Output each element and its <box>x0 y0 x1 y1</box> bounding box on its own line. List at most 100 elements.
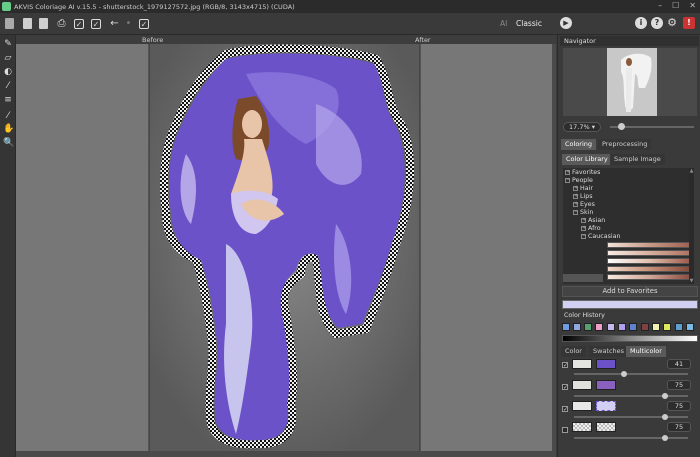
scroll-up-icon[interactable]: ▲ <box>689 168 694 174</box>
bucket-icon[interactable]: ◐ <box>3 67 13 77</box>
info-icon[interactable]: i <box>635 17 647 29</box>
tree-item-favorites[interactable]: + Favorites <box>565 169 600 177</box>
tab-preprocessing[interactable]: Preprocessing <box>598 139 652 150</box>
settings-icon[interactable]: ⚙ <box>666 17 678 29</box>
source-swatch[interactable] <box>572 359 592 369</box>
print-icon[interactable]: ⎙ <box>56 18 67 30</box>
title-bar: AKVIS Coloriage AI v.15.5 - shutterstock… <box>0 0 700 13</box>
tree-item-eyes[interactable]: + Eyes <box>573 201 595 209</box>
tree-item-people[interactable]: − People <box>565 177 593 185</box>
notifications-icon[interactable]: ! <box>683 17 695 29</box>
image-canvas[interactable] <box>16 44 552 451</box>
tab-multicolor[interactable]: Multicolor <box>626 346 666 357</box>
skin-gradient-3[interactable] <box>607 258 691 264</box>
threshold-slider[interactable] <box>574 437 688 439</box>
threshold-value[interactable]: 75 <box>667 380 691 390</box>
tree-item-afro[interactable]: + Afro <box>581 225 601 233</box>
help-icon[interactable]: ? <box>651 17 663 29</box>
run-icon[interactable]: ▶ <box>560 17 572 29</box>
tool-panel: ✎ ▱ ◐ ⁄ ≡ ⁄ ✋ 🔍 <box>0 35 16 457</box>
scroll-down-icon[interactable]: ▼ <box>689 278 694 284</box>
threshold-value[interactable]: 75 <box>667 401 691 411</box>
close-icon[interactable]: ✕ <box>689 1 696 10</box>
tab-sample-image[interactable]: Sample Image <box>610 154 665 165</box>
history-swatch[interactable] <box>618 323 626 331</box>
open-file-icon[interactable] <box>22 18 33 30</box>
history-swatch[interactable] <box>641 323 649 331</box>
tree-item-asian[interactable]: + Asian <box>581 217 605 225</box>
brush-icon[interactable]: ⁄ <box>3 81 13 91</box>
history-swatch[interactable] <box>629 323 637 331</box>
after-label[interactable]: After <box>415 36 431 44</box>
history-swatch[interactable] <box>595 323 603 331</box>
row-checkbox[interactable]: ✓ <box>562 384 568 391</box>
skin-gradient-4[interactable] <box>607 266 691 272</box>
source-swatch[interactable] <box>572 401 592 411</box>
target-swatch[interactable] <box>596 401 616 411</box>
load-strokes-icon[interactable]: ✓ <box>74 18 85 30</box>
batch-icon[interactable]: ✓ <box>139 18 150 30</box>
save-strokes-icon[interactable]: ✓ <box>91 18 102 30</box>
target-swatch[interactable] <box>596 380 616 390</box>
tree-item-skin[interactable]: − Skin <box>573 209 593 217</box>
grayscale-strip[interactable] <box>562 335 698 342</box>
save-icon[interactable] <box>38 18 49 30</box>
history-swatch[interactable] <box>584 323 592 331</box>
tab-swatches[interactable]: Swatches <box>589 346 629 357</box>
threshold-slider[interactable] <box>574 395 688 397</box>
strokes-icon[interactable]: ≡ <box>3 95 13 105</box>
history-swatch[interactable] <box>663 323 671 331</box>
history-swatch[interactable] <box>675 323 683 331</box>
history-swatch[interactable] <box>573 323 581 331</box>
tree-item-caucasian[interactable]: − Caucasian <box>581 233 620 241</box>
row-checkbox[interactable]: ✓ <box>562 406 568 413</box>
maximize-icon[interactable]: ☐ <box>672 1 679 10</box>
mode-classic[interactable]: Classic <box>516 19 542 28</box>
tree-scrollbar[interactable]: ▲ ▼ <box>689 168 694 284</box>
threshold-value[interactable]: 75 <box>667 422 691 432</box>
color-history <box>562 323 698 332</box>
threshold-slider[interactable] <box>574 373 688 375</box>
skin-gradient-1[interactable] <box>607 242 691 248</box>
navigator-preview[interactable] <box>563 48 697 116</box>
mode-ai[interactable]: AI <box>500 19 507 28</box>
tab-color[interactable]: Color <box>561 346 586 357</box>
slider-handle[interactable] <box>621 371 627 377</box>
target-swatch[interactable] <box>596 422 616 432</box>
redo-icon[interactable]: • <box>123 18 134 30</box>
target-swatch[interactable] <box>596 359 616 369</box>
history-swatch[interactable] <box>562 323 570 331</box>
row-checkbox[interactable] <box>562 427 568 433</box>
hand-icon[interactable]: ✋ <box>3 124 14 134</box>
threshold-value[interactable]: 41 <box>667 359 691 369</box>
minimize-icon[interactable]: – <box>658 1 662 10</box>
row-checkbox[interactable]: ✓ <box>562 362 568 369</box>
tree-item-lips[interactable]: + Lips <box>573 193 593 201</box>
zoom-select[interactable]: 17.7% ▾ <box>563 122 601 132</box>
multicolor-row-4: › 75 <box>560 418 699 441</box>
selected-color-bar[interactable] <box>562 300 698 309</box>
zoom-icon[interactable]: 🔍 <box>3 138 14 148</box>
tab-color-library[interactable]: Color Library <box>562 154 612 165</box>
slider-handle[interactable] <box>662 435 668 441</box>
eyedropper-icon[interactable]: ⁄ <box>3 111 13 121</box>
zoom-slider-handle[interactable] <box>618 123 625 130</box>
color-library-tree[interactable]: + Favorites − People + Hair + Lips + Eyes − Sk… <box>563 168 692 284</box>
add-to-favorites-button[interactable]: Add to Favorites <box>562 286 698 297</box>
app-icon <box>2 2 11 11</box>
multicolor-row-3: ✓ › 75 <box>560 398 699 420</box>
source-swatch[interactable] <box>572 422 592 432</box>
skin-gradient-2[interactable] <box>607 250 691 256</box>
open-image-icon[interactable] <box>4 18 15 30</box>
tab-coloring[interactable]: Coloring <box>561 139 597 150</box>
tree-item-hair[interactable]: + Hair <box>573 185 593 193</box>
history-swatch[interactable] <box>686 323 694 331</box>
source-swatch[interactable] <box>572 380 592 390</box>
history-swatch[interactable] <box>607 323 615 331</box>
before-label[interactable]: Before <box>142 36 163 44</box>
eraser-icon[interactable]: ▱ <box>3 53 13 63</box>
pencil-icon[interactable]: ✎ <box>3 39 13 49</box>
skin-gradient-5[interactable] <box>607 274 691 280</box>
undo-icon[interactable]: ← <box>109 18 120 30</box>
history-swatch[interactable] <box>652 323 660 331</box>
